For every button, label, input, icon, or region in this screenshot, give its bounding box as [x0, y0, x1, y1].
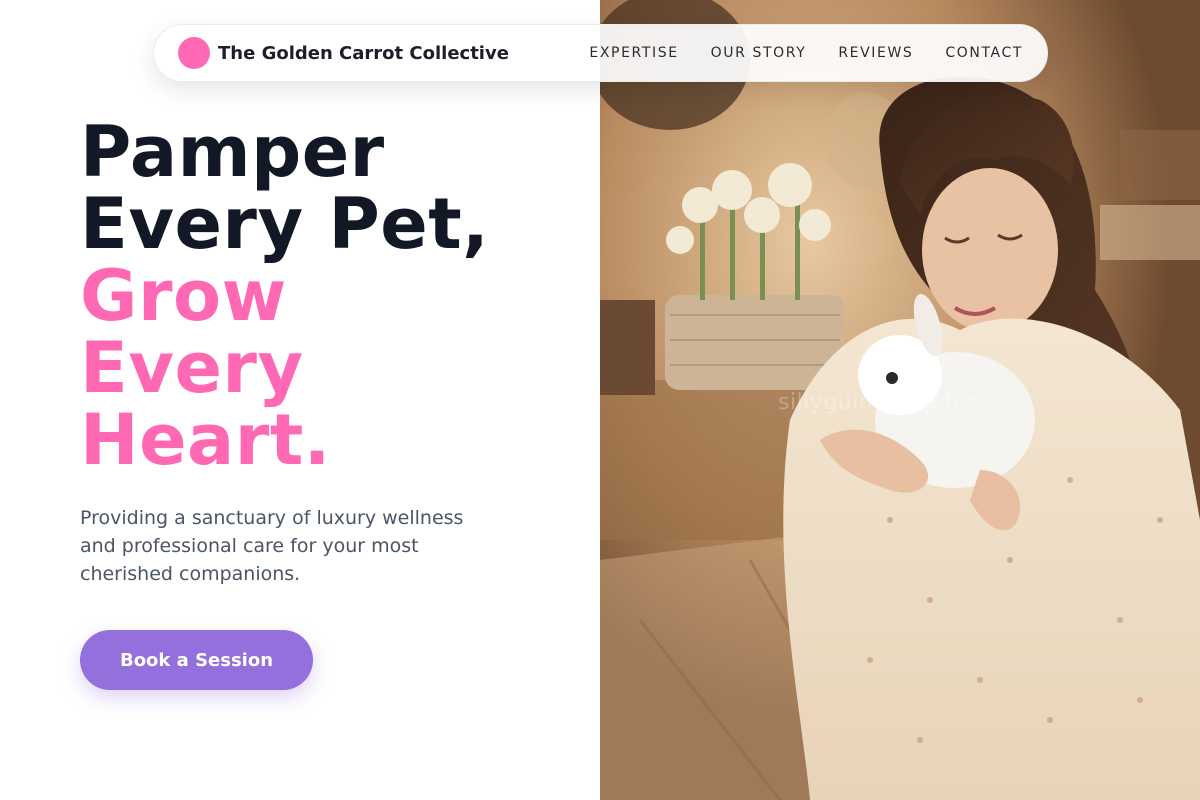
- headline-accent-line: Every: [80, 327, 304, 409]
- top-navigation: The Golden Carrot Collective EXPERTISE O…: [153, 24, 1048, 82]
- headline-line: Every Pet,: [80, 183, 490, 265]
- brand-name[interactable]: The Golden Carrot Collective: [218, 43, 509, 64]
- nav-link-expertise[interactable]: EXPERTISE: [589, 45, 678, 61]
- hero-section: Pamper Every Pet, Grow Every Heart. Prov…: [80, 116, 560, 690]
- brand-logo-dot[interactable]: [178, 37, 210, 69]
- headline-accent-line: Heart.: [80, 399, 331, 481]
- hero-photo: sillyguineapig.biz: [600, 0, 1200, 800]
- headline-line: Pamper: [80, 111, 385, 193]
- book-session-button[interactable]: Book a Session: [80, 630, 313, 690]
- headline-accent-line: Grow: [80, 255, 287, 337]
- nav-link-reviews[interactable]: REVIEWS: [838, 45, 913, 61]
- nav-links: EXPERTISE OUR STORY REVIEWS CONTACT: [589, 45, 1023, 61]
- nav-link-our-story[interactable]: OUR STORY: [711, 45, 807, 61]
- hero-subtitle: Providing a sanctuary of luxury wellness…: [80, 507, 464, 585]
- image-watermark: sillyguineapig.biz: [778, 390, 978, 415]
- hero-headline: Pamper Every Pet, Grow Every Heart.: [80, 116, 560, 476]
- nav-link-contact[interactable]: CONTACT: [945, 45, 1023, 61]
